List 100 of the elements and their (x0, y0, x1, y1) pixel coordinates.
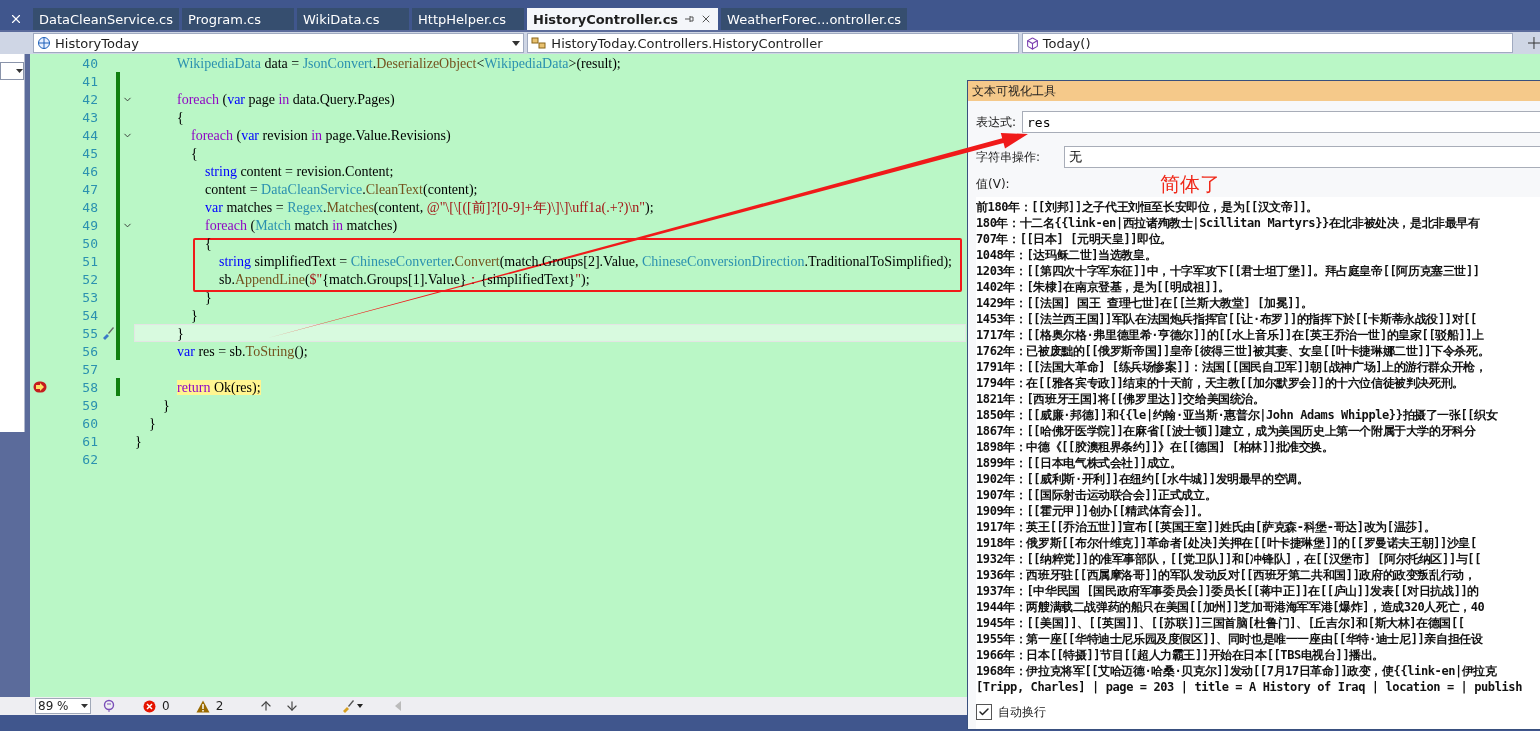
file-tab[interactable]: HistoryController.cs (527, 8, 719, 30)
line-number: 62 (82, 451, 99, 467)
warning-count: 2 (215, 699, 224, 713)
code-line: } (148, 415, 157, 432)
value-label: 值(V): (976, 176, 1010, 193)
output-line: 1898年：中德《[[胶澳租界条约]]》在[[德国] [柏林]]批准交换。 (976, 439, 1335, 455)
output-line: 1762年：已被废黜的[[俄罗斯帝国]]皇帝[彼得三世]被其妻、女皇[[叶卡捷琳娜二世]]下令杀死。 (976, 343, 1491, 359)
output-line: 1821年：[西班牙王国]将[[佛罗里达]]交给美国统治。 (976, 391, 1266, 407)
output-line: 1453年：[[法兰西王国]]军队在法国炮兵指挥官[[让·布罗]]的指挥下於[[卡斯蒂永战役]]对[[ (976, 311, 1478, 327)
output-line: [Tripp, Charles] | page = 203 | title = A History of Iraq | location = | publish (976, 679, 1523, 695)
output-line: 1867年：[[哈佛牙医学院]]在麻省[[波士顿]]建立，成为美国历史上第一个附属于大学的牙科分 (976, 423, 1477, 439)
brush-icon[interactable] (341, 699, 364, 713)
output-line: 1955年：第一座[[华特迪士尼乐园及度假区]]、同时也是唯一一座由[[华特·迪士尼]]亲自担任设 (976, 631, 1484, 647)
code-line: var matches = Regex.Matches(content, @"\[\[([前]?[0-9]+年)\]\]\uff1a(.+?)\n"); (204, 199, 655, 216)
annotation-note: 简体了 (1159, 171, 1220, 198)
class-icon (531, 36, 548, 50)
caret-icon (16, 69, 23, 73)
output-line: 1917年：英王[[乔治五世]]宣布[[英国王室]]姓氏由[萨克森-科堡-哥达]改为[温莎]。 (976, 519, 1437, 535)
line-number: 52 (82, 271, 99, 287)
file-tab[interactable]: WeatherForec...ontroller.cs (721, 8, 908, 30)
output-line: 1937年：[中华民国 [国民政府军事委员会]]委员长[[蒋中正]]在[[庐山]]发表[[对日抗战]]的 (976, 583, 1480, 599)
line-number: 47 (82, 181, 99, 197)
output-line: 1429年：[[法国] 国王 查理七世]在[[兰斯大教堂] [加冕]]。 (976, 295, 1314, 311)
line-number: 42 (82, 91, 99, 107)
code-line: foreach (var page in data.Query.Pages) (176, 91, 396, 108)
code-line: } (134, 433, 143, 450)
line-number: 49 (82, 217, 99, 233)
filter-dropdown[interactable] (0, 62, 24, 80)
line-number: 41 (82, 73, 99, 89)
output-line: 1918年：俄罗斯[[布尔什维克]]革命者[处决]关押在[[叶卡捷琳堡]]的[[罗曼诺夫王朝]]沙皇[ (976, 535, 1478, 551)
code-line: return Ok(res); (176, 379, 262, 396)
output-line: 1968年：伊拉克将军[[艾哈迈德·哈桑·贝克尔]]发动[[7月17日革命]]政变，使{{link-en|伊拉克 (976, 663, 1498, 679)
string-operation-field[interactable]: 无 (1064, 146, 1540, 168)
file-tab[interactable]: DataCleanService.cs (33, 8, 180, 30)
output-line: 1944年：两艘满载二战弹药的船只在美国[[加州]]芝加哥港海军军港[爆炸]，造成320人死亡，40 (976, 599, 1486, 615)
output-line: 1909年：[[霍元甲]]创办[[精武体育会]]。 (976, 503, 1210, 519)
code-line: { (190, 145, 199, 162)
code-line: { (204, 235, 213, 252)
code-line: string content = revision.Content; (204, 163, 395, 180)
line-number: 54 (82, 307, 99, 323)
zoom-dropdown[interactable]: 89 % (35, 698, 91, 714)
line-number: 59 (82, 397, 99, 413)
output-line: 180年：十二名{{link-en|西拉诸殉教士|Scillitan Martyrs}}在北非被处决，是北非最早有 (976, 215, 1481, 231)
line-number: 40 (82, 55, 99, 71)
window-title: 文本可视化工具 (968, 81, 1540, 101)
line-number: 50 (82, 235, 99, 251)
expression-field[interactable]: res (1022, 111, 1540, 133)
file-tab[interactable]: Program.cs (182, 8, 295, 30)
code-line: } (190, 307, 199, 324)
string-operation-label: 字符串操作: (976, 148, 1041, 166)
line-number: 53 (82, 289, 99, 305)
word-wrap-label: 自动换行 (998, 703, 1046, 721)
output-line: 1936年：西班牙驻[[西属摩洛哥]]的军队发动反对[[西班牙第二共和国]]政府的政变叛乱行动， (976, 567, 1477, 583)
code-line: foreach (Match match in matches) (204, 217, 399, 234)
line-number: 58 (82, 379, 99, 395)
line-number: 56 (82, 343, 99, 359)
caret-icon (81, 704, 88, 708)
close-icon[interactable] (9, 12, 23, 26)
error-icon[interactable] (143, 699, 156, 713)
output-line: 1048年：[达玛稣二世]当选教皇。 (976, 247, 1158, 263)
output-line: 1899年：[[日本电气株式会社]]成立。 (976, 455, 1183, 471)
split-icon[interactable] (1528, 37, 1540, 49)
code-line: WikipediaData data = JsonConvert.DeserializeObject<WikipediaData>(result); (175, 55, 622, 72)
caret-icon (512, 40, 521, 46)
line-number: 48 (82, 199, 99, 215)
output-line: 1907年：[[国际射击运动联合会]]正式成立。 (976, 487, 1218, 503)
file-tab[interactable]: WikiData.cs (297, 8, 410, 30)
file-tab[interactable]: HttpHelper.cs (412, 8, 525, 30)
code-line: sb.AppendLine($"{match.Groups[1].Value}：{simplifiedText}"); (218, 271, 591, 288)
error-count: 0 (162, 699, 170, 713)
code-line: { (176, 109, 185, 126)
line-number: 46 (82, 163, 99, 179)
expression-label: 表达式: (976, 113, 1017, 131)
arrow-up-icon[interactable] (259, 699, 274, 713)
project-dropdown[interactable]: HistoryToday (33, 33, 525, 53)
line-number: 57 (82, 361, 99, 377)
member-dropdown[interactable]: Today() (1021, 33, 1514, 53)
cube-icon (1025, 36, 1039, 50)
code-line: content = DataCleanService.CleanText(content); (204, 181, 479, 198)
output-line: 1402年：[朱棣]在南京登基，是为[[明成祖]]。 (976, 279, 1231, 295)
line-number: 44 (82, 127, 99, 143)
output-line: 1791年：[[法国大革命] [练兵场惨案]]：法国[[国民自卫军]]朝[战神广场]上的游行群众开枪， (976, 359, 1488, 375)
check-icon (978, 706, 990, 718)
warning-icon[interactable] (195, 699, 210, 713)
code-line: } (162, 397, 171, 414)
line-number: 60 (82, 415, 99, 431)
output-line: 1902年：[[威利斯·开利]]在纽约[[水牛城]]发明最早的空调。 (976, 471, 1310, 487)
pin-icon[interactable] (684, 14, 695, 24)
line-number: 55 (82, 325, 99, 341)
line-number: 61 (82, 433, 99, 449)
globe-icon (37, 36, 51, 50)
output-line: 1203年：[[第四次十字军东征]]中，十字军攻下[[君士坦丁堡]]。拜占庭皇帝[[阿历克塞三世]] (976, 263, 1481, 279)
word-wrap-checkbox[interactable] (976, 704, 992, 720)
type-dropdown[interactable]: HistoryToday.Controllers.HistoryController (527, 33, 1019, 53)
output-line: 1717年：[[格奥尔格·弗里德里希·亨德尔]]的[[水上音乐]]在[英王乔治一世]的皇家[[驳船]]上 (976, 327, 1485, 343)
output-line: 1966年：日本[[特摄]]节目[[超人力霸王]]开始在日本[[TBS电视台]]播出。 (976, 647, 1386, 663)
code-line: } (204, 289, 213, 306)
line-number: 45 (82, 145, 99, 161)
output-line: 1945年：[[美国]]、[[英国]]、[[苏联]]三国首脑[杜鲁门]、[丘吉尔]和[斯大林]在德国[[ (976, 615, 1466, 631)
output-line: 1850年：[[威廉·邦德]]和{{le|约翰·亚当斯·惠普尔|John Adams Whipple}}拍摄了一张[[织女 (976, 407, 1499, 423)
